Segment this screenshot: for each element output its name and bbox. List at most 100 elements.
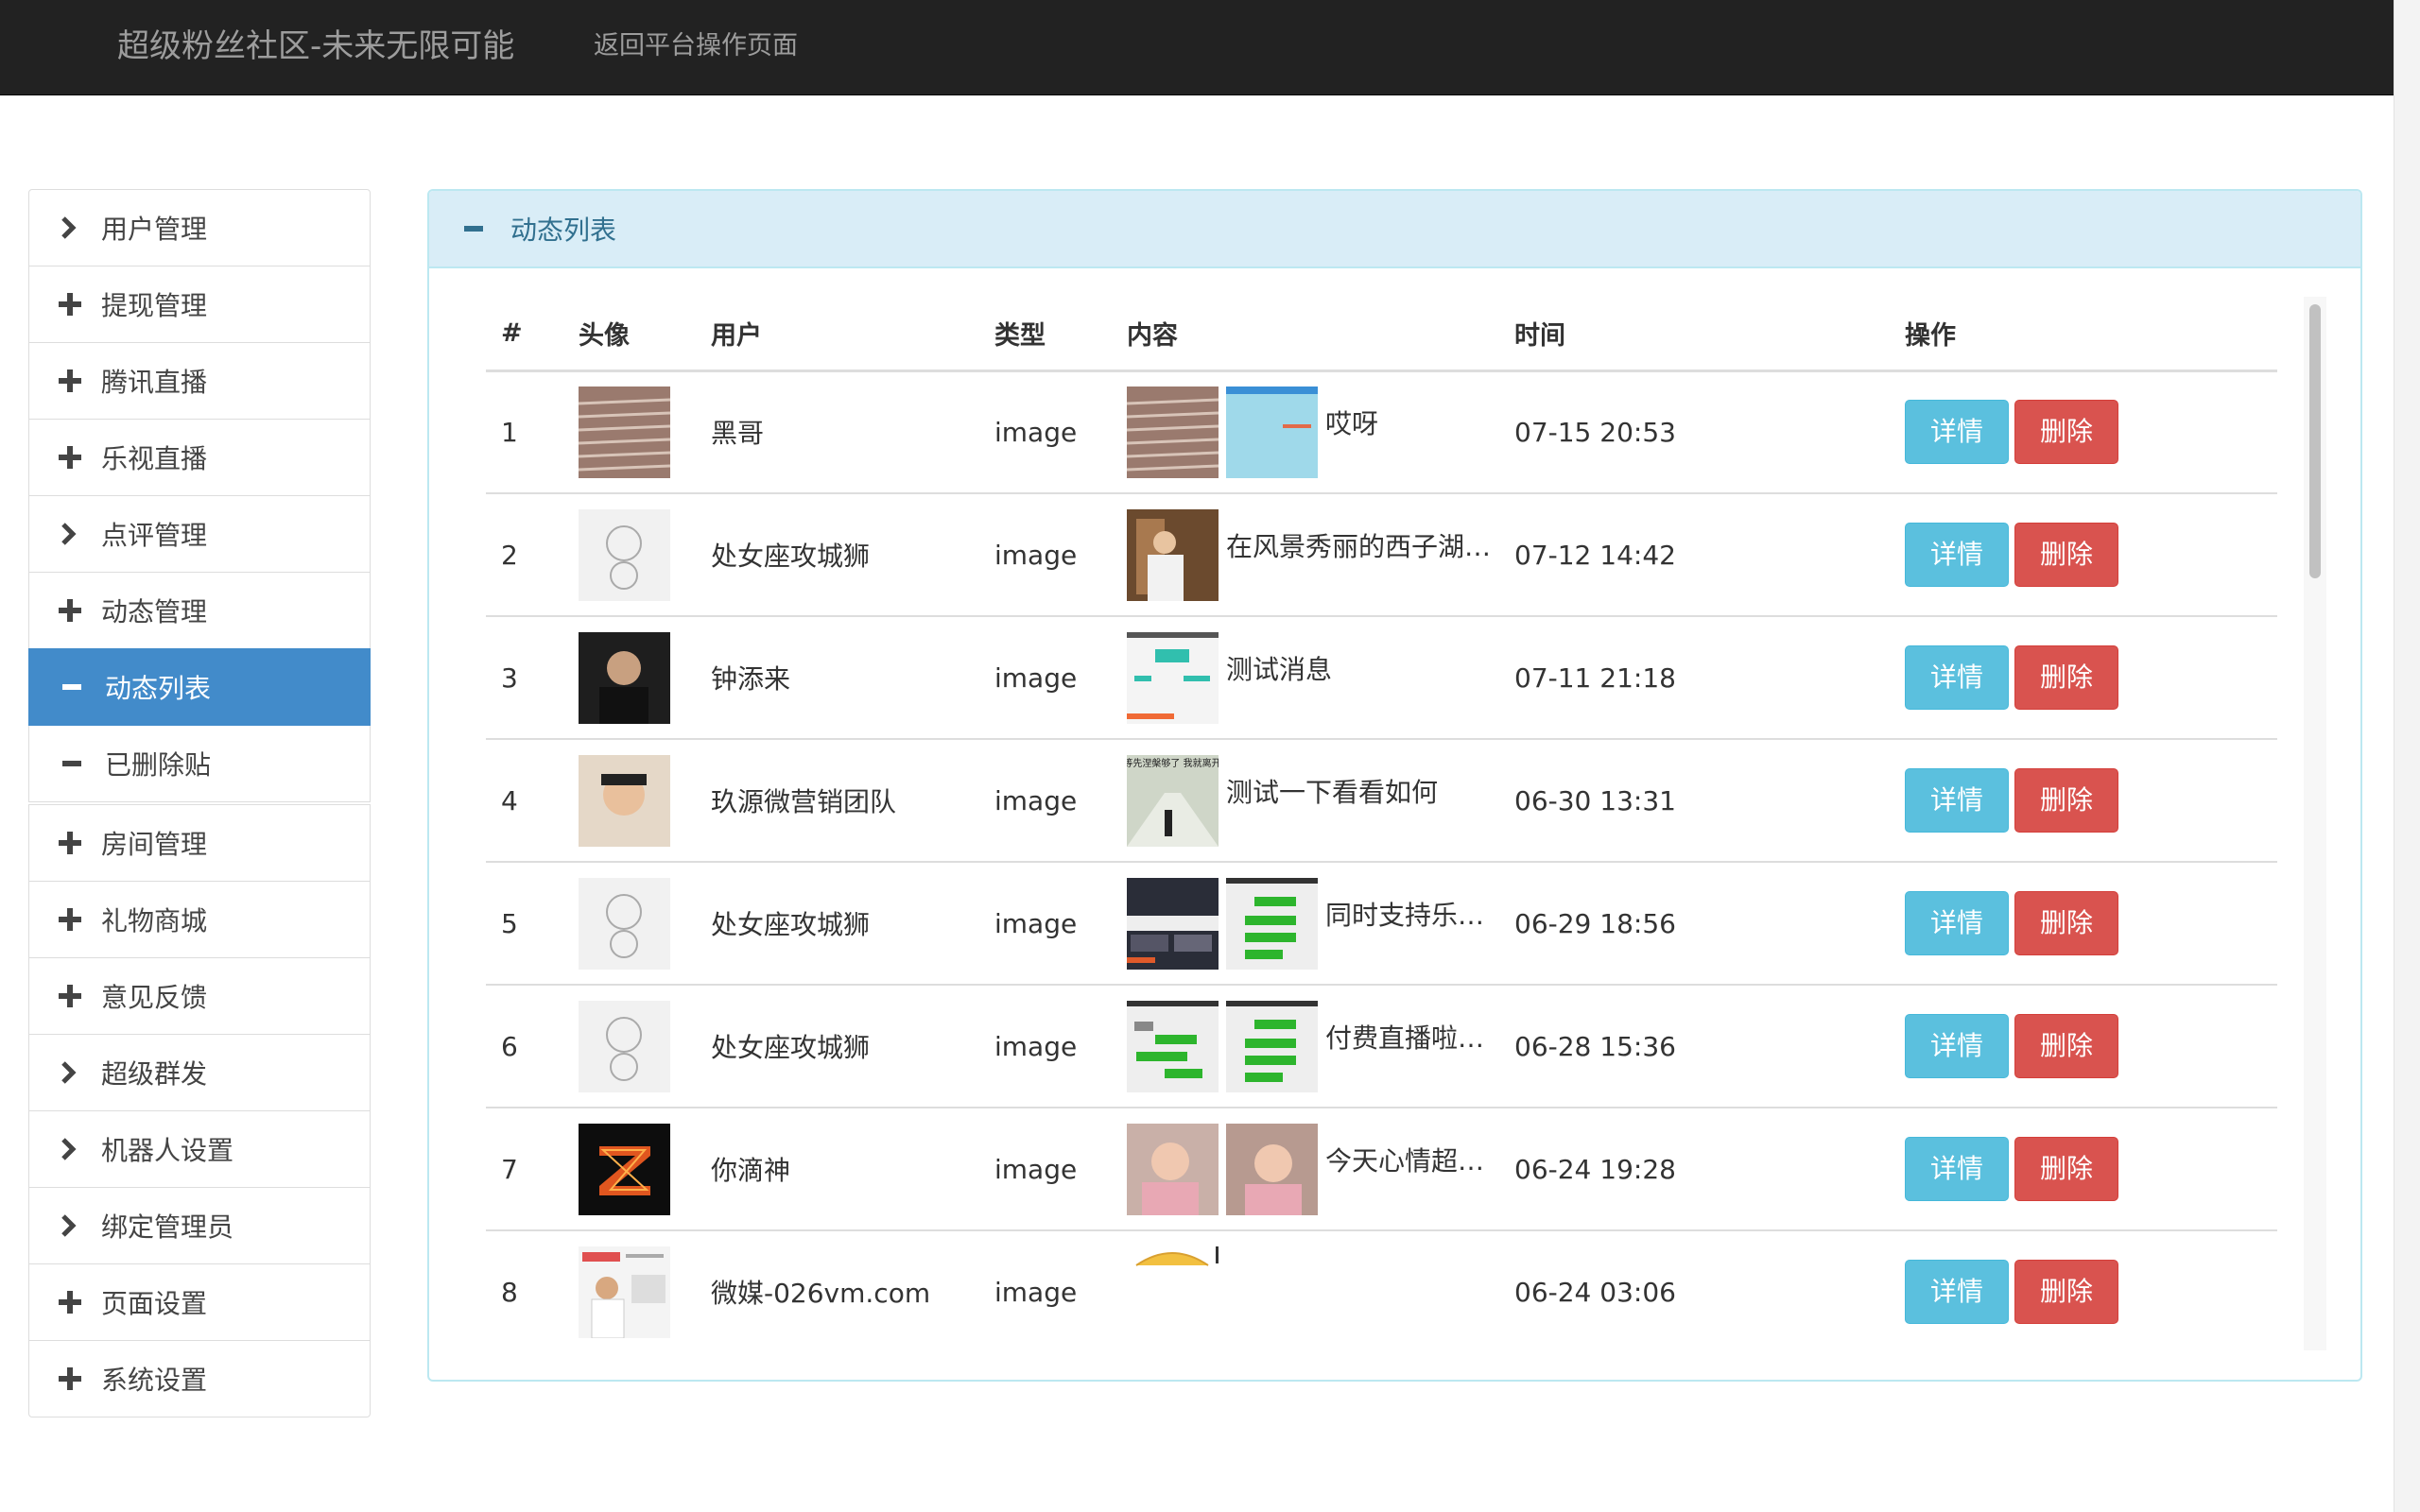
table-scrollbar[interactable] — [2304, 297, 2326, 1350]
page-scrollbar[interactable] — [2394, 0, 2420, 1512]
sidebar-item-room-management[interactable]: 房间管理 — [28, 804, 371, 882]
row-time: 06-30 13:31 — [1499, 739, 1890, 863]
sidebar-item-feedback[interactable]: 意见反馈 — [28, 957, 371, 1035]
row-number: 3 — [486, 616, 563, 740]
sidebar-item-page-settings[interactable]: 页面设置 — [28, 1263, 371, 1341]
sidebar-item-label: 点评管理 — [101, 520, 208, 551]
brand-title[interactable]: 超级粉丝社区-未来无限可能 — [117, 21, 514, 72]
table-row: 5 处女座攻城狮 image 同时支持乐… 06-29 18:56 详情 删除 — [486, 862, 2277, 986]
sidebar-item-label: 用户管理 — [101, 214, 208, 245]
content-image[interactable] — [1127, 508, 1219, 601]
sidebar-item-mass-message[interactable]: 超级群发 — [28, 1034, 371, 1111]
sidebar-item-deleted-posts[interactable]: 已删除贴 — [28, 725, 371, 802]
content-image[interactable] — [1127, 386, 1219, 478]
plus-icon — [58, 292, 101, 317]
row-number: 6 — [486, 985, 563, 1108]
sidebar-item-bind-admin[interactable]: 绑定管理员 — [28, 1187, 371, 1264]
panel-title: 动态列表 — [510, 215, 617, 246]
delete-button[interactable]: 删除 — [2014, 1260, 2119, 1324]
chevron-right-icon — [58, 1137, 101, 1161]
table-row: 4 玖源微营销团队 image 等先涅槃够了 我就离开 测试一下看看如何 06-… — [486, 739, 2277, 863]
row-number: 2 — [486, 493, 563, 617]
delete-button[interactable]: 删除 — [2014, 645, 2119, 710]
delete-button[interactable]: 删除 — [2014, 1014, 2119, 1078]
minus-icon — [463, 219, 510, 238]
detail-button[interactable]: 详情 — [1905, 891, 2010, 955]
sidebar-item-user-management[interactable]: 用户管理 — [28, 189, 371, 266]
delete-button[interactable]: 删除 — [2014, 891, 2119, 955]
row-type: image — [979, 739, 1112, 863]
column-header-actions: 操作 — [1890, 297, 2277, 372]
table-header-row: # 头像 用户 类型 内容 时间 操作 — [486, 297, 2277, 372]
sidebar-item-label: 礼物商城 — [101, 905, 208, 936]
detail-button[interactable]: 详情 — [1905, 645, 2010, 710]
content-image[interactable] — [1127, 631, 1219, 724]
content-image[interactable] — [1226, 877, 1318, 970]
row-time: 06-24 19:28 — [1499, 1108, 1890, 1231]
delete-button[interactable]: 删除 — [2014, 523, 2119, 587]
avatar — [579, 1246, 670, 1338]
content-image[interactable] — [1226, 1123, 1318, 1215]
plus-icon — [58, 598, 101, 623]
content-image[interactable] — [1127, 1000, 1219, 1092]
sidebar-item-label: 已删除贴 — [105, 749, 212, 781]
thumb-overlay-text: 等先涅槃够了 我就离开 — [1127, 757, 1219, 769]
content-image[interactable] — [1127, 1123, 1219, 1215]
row-user: 钟添来 — [696, 616, 979, 740]
row-time: 07-15 20:53 — [1499, 370, 1890, 494]
plus-icon — [58, 831, 101, 855]
row-user: 黑哥 — [696, 370, 979, 494]
row-user: 处女座攻城狮 — [696, 862, 979, 986]
row-user: 你滴神 — [696, 1108, 979, 1231]
detail-button[interactable]: 详情 — [1905, 400, 2010, 465]
avatar — [579, 1123, 670, 1215]
row-user: 处女座攻城狮 — [696, 493, 979, 617]
row-type: image — [979, 862, 1112, 986]
row-time: 07-11 21:18 — [1499, 616, 1890, 740]
avatar — [579, 1000, 670, 1092]
sidebar-item-withdraw-management[interactable]: 提现管理 — [28, 266, 371, 343]
sidebar-item-review-management[interactable]: 点评管理 — [28, 495, 371, 573]
detail-button[interactable]: 详情 — [1905, 1014, 2010, 1078]
content-image[interactable]: 等先涅槃够了 我就离开 — [1127, 754, 1219, 847]
sidebar-item-letv-live[interactable]: 乐视直播 — [28, 419, 371, 496]
sidebar-item-label: 腾讯直播 — [101, 367, 208, 398]
back-to-platform-link[interactable]: 返回平台操作页面 — [594, 27, 798, 65]
sidebar-item-label: 动态管理 — [101, 596, 208, 627]
content-image[interactable] — [1127, 1246, 1219, 1338]
row-number: 5 — [486, 862, 563, 986]
detail-button[interactable]: 详情 — [1905, 768, 2010, 833]
delete-button[interactable]: 删除 — [2014, 400, 2119, 465]
detail-button[interactable]: 详情 — [1905, 523, 2010, 587]
sidebar-item-label: 意见反馈 — [101, 982, 208, 1013]
feed-table-container: # 头像 用户 类型 内容 时间 操作 1 黑哥 image 哎呀 07-15 … — [486, 297, 2291, 1350]
scrollbar-thumb[interactable] — [2309, 304, 2321, 578]
sidebar-item-label: 动态列表 — [105, 673, 212, 704]
content-image[interactable] — [1226, 386, 1318, 478]
chevron-right-icon — [58, 1213, 101, 1238]
avatar — [579, 386, 670, 478]
sidebar-item-gift-shop[interactable]: 礼物商城 — [28, 881, 371, 958]
delete-button[interactable]: 删除 — [2014, 1137, 2119, 1201]
column-header-content: 内容 — [1112, 297, 1499, 372]
minus-icon — [61, 751, 105, 776]
sidebar: 用户管理 提现管理 腾讯直播 乐视直播 点评管理 动态管理 动态列表 已删除贴 … — [28, 189, 371, 1418]
plus-icon — [58, 445, 101, 470]
plus-icon — [58, 369, 101, 393]
sidebar-item-feed-management[interactable]: 动态管理 — [28, 572, 371, 649]
sidebar-item-label: 绑定管理员 — [101, 1211, 234, 1243]
content-image[interactable] — [1127, 877, 1219, 970]
panel-heading[interactable]: 动态列表 — [429, 191, 2360, 268]
row-type: image — [979, 985, 1112, 1108]
detail-button[interactable]: 详情 — [1905, 1260, 2010, 1324]
delete-button[interactable]: 删除 — [2014, 768, 2119, 833]
sidebar-item-robot-settings[interactable]: 机器人设置 — [28, 1110, 371, 1188]
content-image[interactable] — [1226, 1000, 1318, 1092]
sidebar-item-system-settings[interactable]: 系统设置 — [28, 1340, 371, 1418]
detail-button[interactable]: 详情 — [1905, 1137, 2010, 1201]
sidebar-item-tencent-live[interactable]: 腾讯直播 — [28, 342, 371, 420]
row-user: 玖源微营销团队 — [696, 739, 979, 863]
row-number: 1 — [486, 370, 563, 494]
sidebar-item-feed-list[interactable]: 动态列表 — [28, 648, 371, 726]
minus-icon — [61, 675, 105, 699]
